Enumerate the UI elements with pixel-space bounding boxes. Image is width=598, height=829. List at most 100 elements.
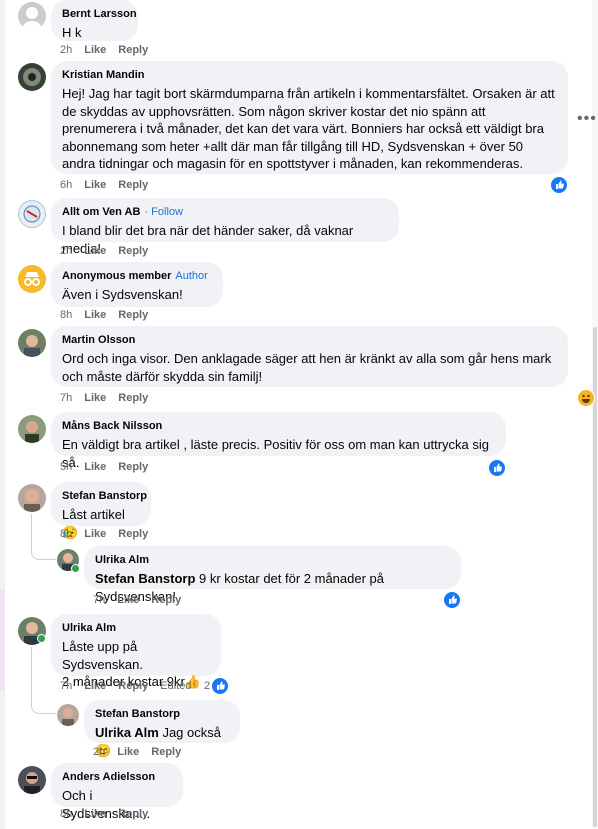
avatar[interactable] (18, 415, 46, 443)
default-avatar-icon (22, 7, 42, 30)
comment-bubble: Ulrika Alm Låste upp på Sydsvenskan. 2 må… (51, 614, 221, 689)
avatar-image (62, 708, 74, 726)
comment-author[interactable]: Ulrika Alm (95, 553, 450, 567)
like-button[interactable]: Like (84, 179, 106, 191)
comment-actions: 7h Like Reply Edited (60, 680, 203, 692)
comment-text: H k (62, 25, 82, 40)
comment-bubble: Bernt Larsson H k (51, 0, 138, 41)
avatar[interactable] (18, 2, 46, 30)
like-button[interactable]: Like (117, 746, 139, 758)
like-button[interactable]: Like (84, 309, 106, 321)
comment-time[interactable]: 8h (60, 808, 72, 820)
mention-link[interactable]: Ulrika Alm (95, 725, 159, 740)
comment-time[interactable]: 7h (60, 680, 72, 692)
comment-author[interactable]: Allt om Ven AB · Follow (62, 205, 388, 219)
reply-button[interactable]: Reply (118, 245, 148, 257)
follow-button[interactable]: · Follow (144, 206, 183, 218)
comment-time[interactable]: 7h (60, 392, 72, 404)
avatar-image (24, 772, 40, 794)
comment-author[interactable]: Martin Olsson (62, 333, 557, 347)
online-status-icon (71, 564, 80, 573)
comment-bubble: Måns Back Nilsson En väldigt bra artikel… (51, 412, 506, 470)
anonymous-icon (24, 272, 40, 286)
comment-author[interactable]: Stefan Banstorp (95, 707, 229, 721)
reply-button[interactable]: Reply (118, 808, 148, 820)
comment-bubble: Anders Adielsson Och i Sydsvenskan... (51, 763, 183, 821)
reply-thread-line (31, 514, 56, 560)
comment-text: Hej! Jag har tagit bort skärmdumparna fr… (62, 86, 555, 171)
reply-button[interactable]: Reply (151, 746, 181, 758)
comment-author[interactable]: Anonymous member Author (62, 269, 212, 283)
haha-reaction-icon[interactable] (577, 389, 595, 407)
avatar[interactable] (18, 484, 46, 512)
left-panel-accent (0, 590, 5, 690)
reaction-count[interactable]: 2 (204, 680, 210, 692)
comment-text: Ord och inga visor. Den anklagade säger … (62, 351, 552, 384)
author-badge: Author (175, 270, 208, 282)
comment-time[interactable]: 6h (60, 179, 72, 191)
avatar[interactable] (18, 766, 46, 794)
avatar-image (23, 205, 41, 223)
avatar-image (24, 489, 40, 512)
reply-button[interactable]: Reply (118, 309, 148, 321)
reply-button[interactable]: Reply (118, 44, 148, 56)
edited-label[interactable]: Edited (160, 680, 191, 692)
reply-button[interactable]: Reply (151, 594, 181, 606)
comment-author[interactable]: Ulrika Alm (62, 621, 210, 635)
comment-bubble: Kristian Mandin Hej! Jag har tagit bort … (51, 61, 568, 174)
comment-actions: 8h Like Reply (60, 309, 160, 321)
comment-actions: 2h Like Reply (60, 245, 160, 257)
avatar[interactable] (18, 329, 46, 357)
comment-author[interactable]: Anders Adielsson (62, 770, 172, 784)
anonymous-avatar[interactable] (18, 265, 46, 293)
comment-time[interactable]: 5h (60, 461, 72, 473)
comment-author[interactable]: Måns Back Nilsson (62, 419, 495, 433)
comment-time[interactable]: 8h (60, 309, 72, 321)
more-options-icon[interactable]: ••• (577, 110, 597, 128)
like-button[interactable]: Like (84, 44, 106, 56)
avatar[interactable] (57, 704, 79, 726)
comment-time[interactable]: 2h (60, 245, 72, 257)
avatar[interactable] (18, 63, 46, 91)
like-button[interactable]: Like (84, 392, 106, 404)
comment-actions: 7h Like Reply (93, 594, 193, 606)
like-reaction-icon[interactable] (550, 176, 568, 194)
comment-author[interactable]: Bernt Larsson (62, 7, 137, 21)
reply-button[interactable]: Reply (118, 392, 148, 404)
comment-actions: 2h Like Reply (60, 44, 160, 56)
like-button[interactable]: Like (117, 594, 139, 606)
comment-actions: 8h Like Reply (60, 528, 160, 540)
comment-actions: 2h Like Reply (93, 746, 193, 758)
comment-bubble: Ulrika Alm Stefan Banstorp 9 kr kostar d… (84, 546, 461, 604)
like-reaction-icon[interactable] (211, 677, 229, 695)
comment-time[interactable]: 2h (60, 44, 72, 56)
comment-bubble: Allt om Ven AB · Follow I bland blir det … (51, 198, 399, 256)
comment-bubble: Stefan Banstorp Låst artikel 😥 (51, 482, 151, 540)
mention-link[interactable]: Stefan Banstorp (95, 571, 195, 586)
reply-button[interactable]: Reply (118, 680, 148, 692)
like-button[interactable]: Like (84, 245, 106, 257)
author-name[interactable]: Anonymous member (62, 270, 171, 282)
comment-author[interactable]: Stefan Banstorp (62, 489, 147, 503)
author-name[interactable]: Allt om Ven AB (62, 206, 140, 218)
avatar[interactable] (18, 200, 46, 228)
like-button[interactable]: Like (84, 808, 106, 820)
comment-line: Låste upp på Sydsvenskan. (62, 639, 143, 672)
reply-button[interactable]: Reply (118, 461, 148, 473)
like-button[interactable]: Like (84, 461, 106, 473)
comment-time[interactable]: 7h (93, 594, 105, 606)
like-button[interactable]: Like (84, 528, 106, 540)
comment-author[interactable]: Kristian Mandin (62, 68, 557, 82)
comment-time[interactable]: 2h (93, 746, 105, 758)
like-button[interactable]: Like (84, 680, 106, 692)
like-reaction-icon[interactable] (443, 591, 461, 609)
comment-actions: 8h Like Reply (60, 808, 160, 820)
comment-time[interactable]: 8h (60, 528, 72, 540)
like-reaction-icon[interactable] (488, 459, 506, 477)
comment-bubble: Martin Olsson Ord och inga visor. Den an… (51, 326, 568, 387)
avatar-image (24, 335, 40, 357)
reply-button[interactable]: Reply (118, 528, 148, 540)
comment-actions: 7h Like Reply (60, 392, 160, 404)
reply-button[interactable]: Reply (118, 179, 148, 191)
comment-text: Även i Sydsvenskan! (62, 287, 183, 302)
